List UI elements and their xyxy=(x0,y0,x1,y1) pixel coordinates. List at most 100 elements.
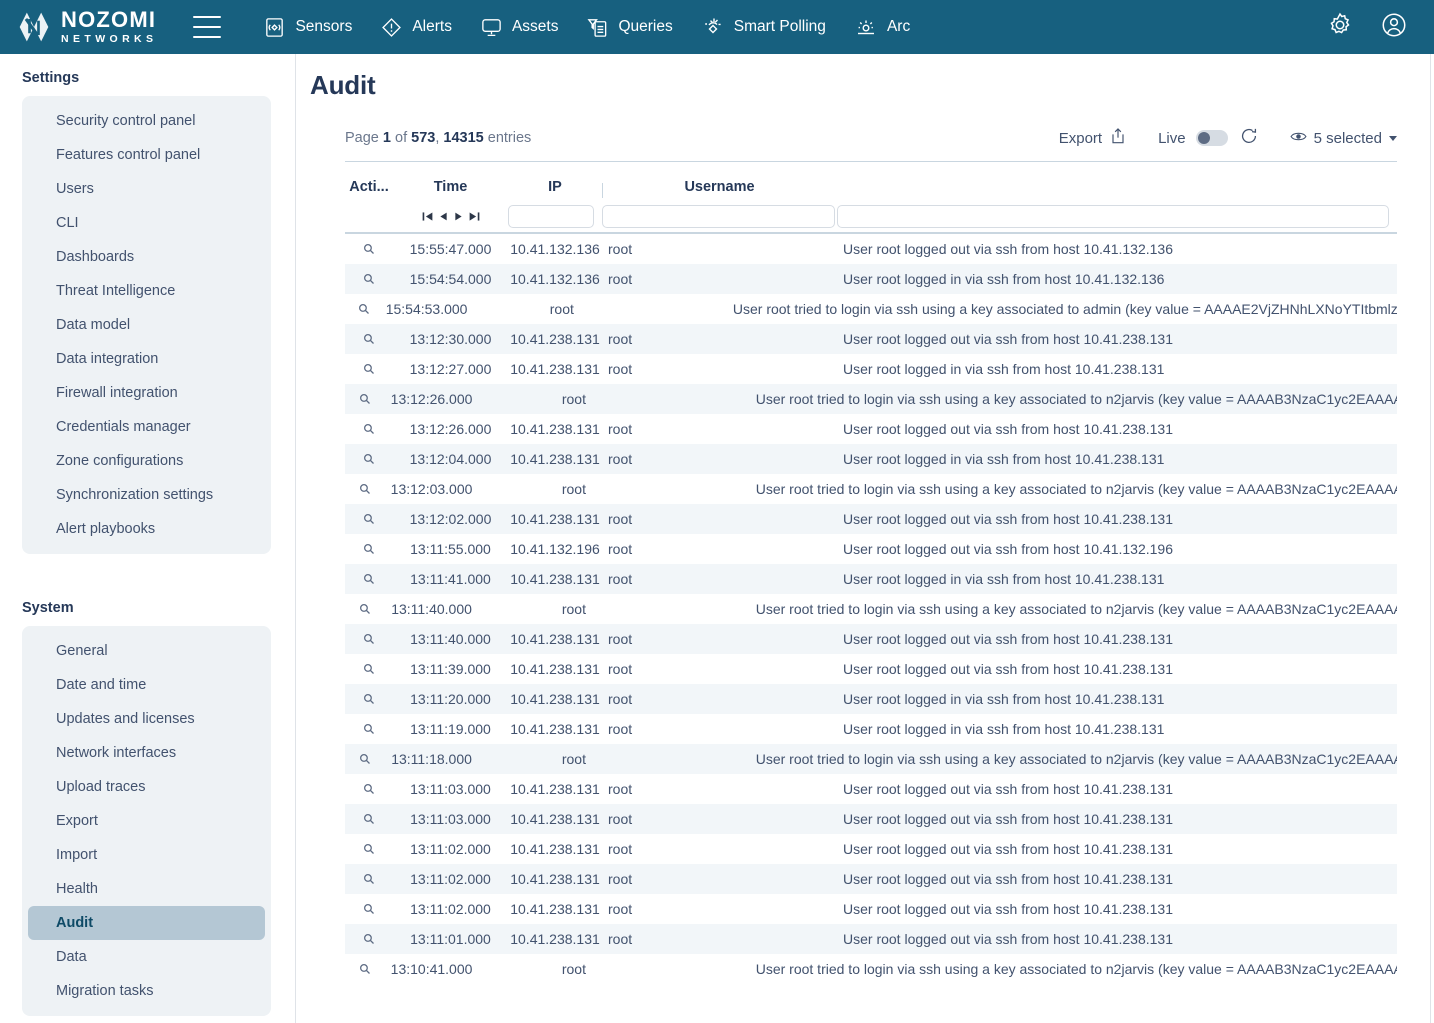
row-action-cell[interactable] xyxy=(345,903,393,915)
magnifier-icon[interactable] xyxy=(363,783,375,795)
sidebar-item-data-model[interactable]: Data model xyxy=(28,308,265,342)
table-row[interactable]: 15:55:47.000 10.41.132.136 root User root l… xyxy=(345,234,1397,264)
table-row[interactable]: 13:11:02.000 10.41.238.131 root User root l… xyxy=(345,864,1397,894)
table-row[interactable]: 13:11:02.000 10.41.238.131 root User root l… xyxy=(345,834,1397,864)
magnifier-icon[interactable] xyxy=(359,483,371,495)
magnifier-icon[interactable] xyxy=(363,573,375,585)
row-action-cell[interactable] xyxy=(345,543,393,555)
table-row[interactable]: 13:12:30.000 10.41.238.131 root User root l… xyxy=(345,324,1397,354)
table-row[interactable]: 13:11:18.000 root User root tried to login… xyxy=(345,744,1397,774)
table-row[interactable]: 15:54:54.000 10.41.132.136 root User root l… xyxy=(345,264,1397,294)
magnifier-icon[interactable] xyxy=(363,903,375,915)
sidebar-item-network-interfaces[interactable]: Network interfaces xyxy=(28,736,265,770)
sidebar-item-date-and-time[interactable]: Date and time xyxy=(28,668,265,702)
table-row[interactable]: 13:11:39.000 10.41.238.131 root User root l… xyxy=(345,654,1397,684)
row-action-cell[interactable] xyxy=(345,813,393,825)
row-action-cell[interactable] xyxy=(345,933,393,945)
sidebar-item-dashboards[interactable]: Dashboards xyxy=(28,240,265,274)
magnifier-icon[interactable] xyxy=(363,693,375,705)
nav-item-assets[interactable]: Assets xyxy=(468,10,571,45)
magnifier-icon[interactable] xyxy=(363,933,375,945)
magnifier-icon[interactable] xyxy=(363,543,375,555)
row-action-cell[interactable] xyxy=(345,573,393,585)
filter-input-ip[interactable] xyxy=(508,204,594,228)
export-button[interactable]: Export xyxy=(1059,126,1128,150)
sidebar-item-export[interactable]: Export xyxy=(28,804,265,838)
row-action-cell[interactable] xyxy=(345,723,393,735)
table-row[interactable]: 13:11:40.000 10.41.238.131 root User root l… xyxy=(345,624,1397,654)
brand-logo-area[interactable]: NOZOMI NETWORKS xyxy=(16,9,157,45)
magnifier-icon[interactable] xyxy=(363,423,375,435)
nav-item-alerts[interactable]: Alerts xyxy=(368,10,464,45)
filter-input-username[interactable] xyxy=(602,204,835,228)
column-header-action[interactable]: Acti... xyxy=(345,179,393,200)
right-edge-scroll-area[interactable] xyxy=(1430,54,1434,1023)
row-action-cell[interactable] xyxy=(345,873,393,885)
row-action-cell[interactable] xyxy=(345,693,393,705)
row-action-cell[interactable] xyxy=(345,483,384,495)
magnifier-icon[interactable] xyxy=(363,813,375,825)
table-row[interactable]: 13:11:41.000 10.41.238.131 root User root l… xyxy=(345,564,1397,594)
last-page-icon[interactable] xyxy=(468,210,481,223)
magnifier-icon[interactable] xyxy=(363,843,375,855)
sidebar-item-firewall-integration[interactable]: Firewall integration xyxy=(28,376,265,410)
sidebar-item-data-integration[interactable]: Data integration xyxy=(28,342,265,376)
next-page-icon[interactable] xyxy=(453,210,464,223)
sidebar-item-credentials-manager[interactable]: Credentials manager xyxy=(28,410,265,444)
sidebar-item-alert-playbooks[interactable]: Alert playbooks xyxy=(28,512,265,546)
row-action-cell[interactable] xyxy=(345,393,384,405)
magnifier-icon[interactable] xyxy=(363,873,375,885)
magnifier-icon[interactable] xyxy=(363,243,375,255)
table-row[interactable]: 13:11:03.000 10.41.238.131 root User root l… xyxy=(345,774,1397,804)
row-action-cell[interactable] xyxy=(345,843,393,855)
sidebar-item-threat-intelligence[interactable]: Threat Intelligence xyxy=(28,274,265,308)
magnifier-icon[interactable] xyxy=(363,363,375,375)
sidebar-item-upload-traces[interactable]: Upload traces xyxy=(28,770,265,804)
table-row[interactable]: 13:12:27.000 10.41.238.131 root User root l… xyxy=(345,354,1397,384)
table-row[interactable]: 13:12:26.000 root User root tried to login… xyxy=(345,384,1397,414)
table-row[interactable]: 13:11:55.000 10.41.132.196 root User root l… xyxy=(345,534,1397,564)
row-action-cell[interactable] xyxy=(345,333,393,345)
row-action-cell[interactable] xyxy=(345,423,393,435)
magnifier-icon[interactable] xyxy=(363,723,375,735)
row-action-cell[interactable] xyxy=(345,453,393,465)
magnifier-icon[interactable] xyxy=(359,753,371,765)
magnifier-icon[interactable] xyxy=(363,333,375,345)
nav-item-queries[interactable]: Queries xyxy=(574,10,684,45)
row-action-cell[interactable] xyxy=(345,363,393,375)
sidebar-item-health[interactable]: Health xyxy=(28,872,265,906)
nav-item-sensors[interactable]: Sensors xyxy=(251,10,364,45)
sidebar-item-import[interactable]: Import xyxy=(28,838,265,872)
magnifier-icon[interactable] xyxy=(363,633,375,645)
table-row[interactable]: 15:54:53.000 root User root tried to login… xyxy=(345,294,1397,324)
sidebar-item-features-control-panel[interactable]: Features control panel xyxy=(28,138,265,172)
row-action-cell[interactable] xyxy=(345,513,393,525)
refresh-icon[interactable] xyxy=(1238,125,1260,152)
row-action-cell[interactable] xyxy=(345,243,393,255)
column-selector[interactable]: 5 selected xyxy=(1290,130,1397,147)
column-header-username[interactable]: Username xyxy=(602,179,837,200)
nav-item-arc[interactable]: Arc xyxy=(842,9,922,45)
table-row[interactable]: 13:11:02.000 10.41.238.131 root User root l… xyxy=(345,894,1397,924)
table-row[interactable]: 13:11:03.000 10.41.238.131 root User root l… xyxy=(345,804,1397,834)
magnifier-icon[interactable] xyxy=(358,303,370,315)
gear-icon[interactable] xyxy=(1326,11,1354,44)
first-page-icon[interactable] xyxy=(421,210,434,223)
prev-page-icon[interactable] xyxy=(438,210,449,223)
table-row[interactable]: 13:11:20.000 10.41.238.131 root User root l… xyxy=(345,684,1397,714)
sidebar-item-migration-tasks[interactable]: Migration tasks xyxy=(28,974,265,1008)
sidebar-item-users[interactable]: Users xyxy=(28,172,265,206)
row-action-cell[interactable] xyxy=(345,603,384,615)
row-action-cell[interactable] xyxy=(345,273,393,285)
row-action-cell[interactable] xyxy=(345,633,393,645)
row-action-cell[interactable] xyxy=(345,753,384,765)
column-header-time[interactable]: Time xyxy=(393,179,508,200)
table-row[interactable]: 13:11:40.000 root User root tried to login… xyxy=(345,594,1397,624)
table-row[interactable]: 13:12:03.000 root User root tried to login… xyxy=(345,474,1397,504)
magnifier-icon[interactable] xyxy=(363,273,375,285)
hamburger-icon[interactable] xyxy=(193,16,222,38)
table-row[interactable]: 13:11:19.000 10.41.238.131 root User root l… xyxy=(345,714,1397,744)
row-action-cell[interactable] xyxy=(345,783,393,795)
magnifier-icon[interactable] xyxy=(359,963,371,975)
sidebar-item-updates-and-licenses[interactable]: Updates and licenses xyxy=(28,702,265,736)
